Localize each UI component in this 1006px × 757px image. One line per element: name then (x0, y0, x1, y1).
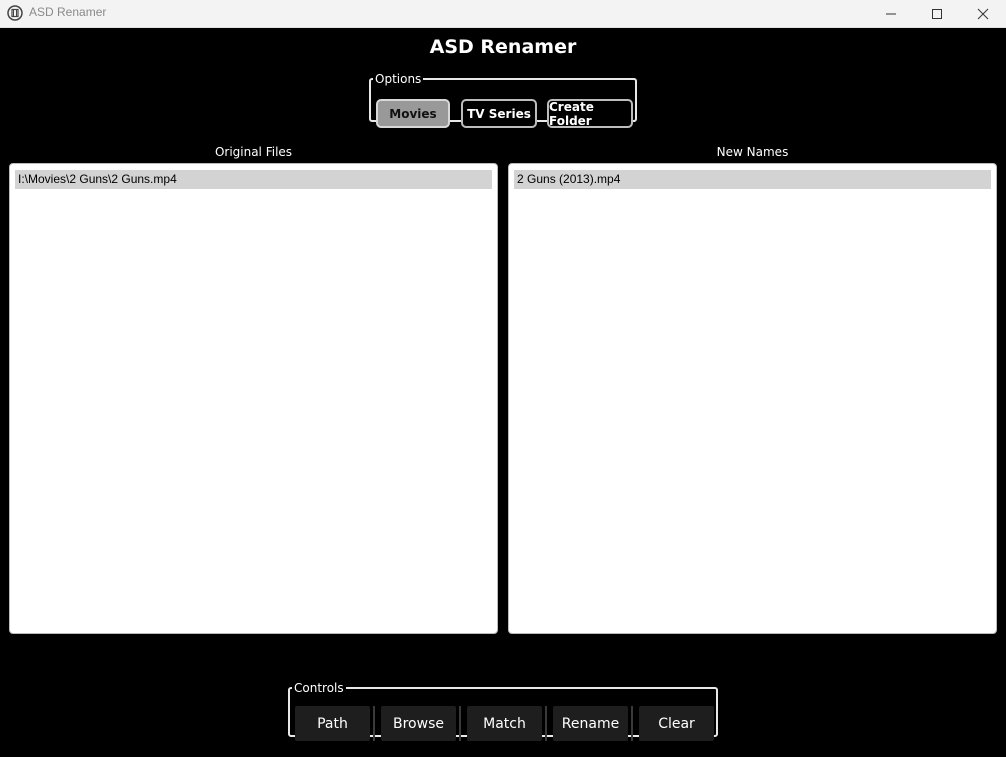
original-files-list[interactable]: I:\Movies\2 Guns\2 Guns.mp4 (9, 163, 498, 634)
rename-button[interactable]: Rename (553, 706, 628, 741)
options-legend: Options (375, 72, 422, 86)
new-names-list[interactable]: 2 Guns (2013).mp4 (508, 163, 997, 634)
button-divider (631, 706, 633, 741)
tv-series-button[interactable]: TV Series (461, 99, 537, 128)
button-divider (459, 706, 461, 741)
new-names-label: New Names (716, 145, 789, 159)
maximize-icon (932, 8, 942, 19)
path-button[interactable]: Path (295, 706, 370, 741)
browse-button[interactable]: Browse (381, 706, 456, 741)
options-group: Options Movies TV Series Create Folder (369, 72, 637, 128)
create-folder-button[interactable]: Create Folder (547, 99, 633, 128)
film-icon (7, 5, 23, 21)
clear-button[interactable]: Clear (639, 706, 714, 741)
match-button[interactable]: Match (467, 706, 542, 741)
maximize-button[interactable] (914, 0, 960, 27)
controls-group: Controls Path Browse Match Rename Clear (288, 681, 718, 741)
button-divider (373, 706, 375, 741)
list-item[interactable]: 2 Guns (2013).mp4 (514, 170, 991, 189)
window-title: ASD Renamer (29, 5, 107, 19)
minimize-button[interactable] (868, 0, 914, 27)
title-bar: ASD Renamer (0, 0, 1006, 28)
movies-button[interactable]: Movies (376, 99, 450, 128)
original-files-label: Original Files (214, 145, 293, 159)
button-divider (545, 706, 547, 741)
app-heading: ASD Renamer (429, 36, 577, 58)
close-icon (977, 8, 989, 19)
controls-legend: Controls (294, 681, 344, 695)
list-item[interactable]: I:\Movies\2 Guns\2 Guns.mp4 (15, 170, 492, 189)
close-button[interactable] (960, 0, 1006, 27)
minimize-icon (886, 13, 896, 14)
